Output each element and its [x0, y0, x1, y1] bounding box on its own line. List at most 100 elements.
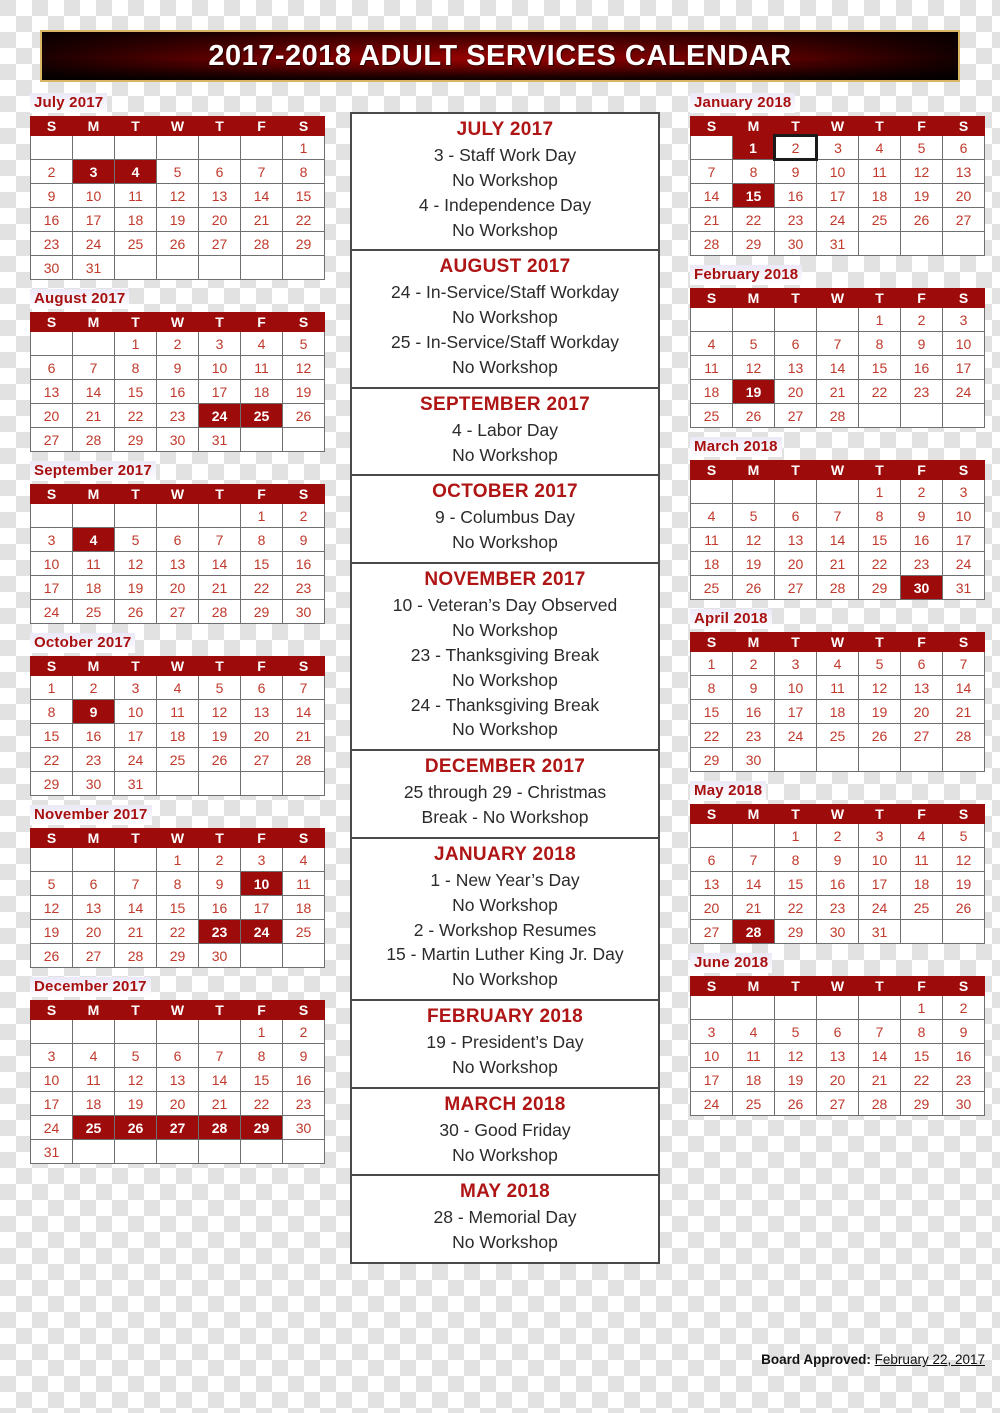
day-cell[interactable]: 8 — [282, 159, 325, 184]
day-cell[interactable]: 15 — [774, 871, 817, 896]
day-cell[interactable]: 4 — [156, 675, 199, 700]
day-cell[interactable]: 13 — [816, 1043, 859, 1068]
day-cell[interactable]: 13 — [690, 871, 733, 896]
day-cell[interactable]: 5 — [774, 1019, 817, 1044]
day-cell[interactable]: 3 — [816, 135, 859, 160]
day-cell[interactable]: 24 — [30, 1115, 73, 1140]
day-cell[interactable]: 8 — [240, 1043, 283, 1068]
day-cell[interactable]: 18 — [732, 1067, 775, 1092]
day-cell[interactable]: 15 — [114, 379, 157, 404]
day-cell[interactable]: 25 — [114, 231, 157, 256]
day-cell[interactable]: 26 — [30, 943, 73, 968]
day-cell[interactable]: 4 — [732, 1019, 775, 1044]
day-cell[interactable]: 12 — [858, 675, 901, 700]
day-cell[interactable]: 23 — [30, 231, 73, 256]
day-cell[interactable]: 14 — [282, 699, 325, 724]
day-cell[interactable]: 13 — [72, 895, 115, 920]
day-cell[interactable]: 14 — [858, 1043, 901, 1068]
day-cell[interactable]: 4 — [900, 823, 943, 848]
day-cell-highlighted[interactable]: 26 — [114, 1115, 157, 1140]
day-cell[interactable]: 15 — [690, 699, 733, 724]
day-cell[interactable]: 6 — [900, 651, 943, 676]
day-cell[interactable]: 12 — [156, 183, 199, 208]
day-cell[interactable]: 11 — [240, 355, 283, 380]
day-cell[interactable]: 19 — [30, 919, 73, 944]
day-cell[interactable]: 22 — [282, 207, 325, 232]
day-cell[interactable]: 29 — [858, 575, 901, 600]
day-cell[interactable]: 22 — [774, 895, 817, 920]
day-cell[interactable]: 13 — [156, 551, 199, 576]
day-cell[interactable]: 4 — [816, 651, 859, 676]
day-cell[interactable]: 16 — [198, 895, 241, 920]
day-cell[interactable]: 16 — [900, 527, 943, 552]
day-cell[interactable]: 19 — [114, 1091, 157, 1116]
day-cell[interactable]: 24 — [114, 747, 157, 772]
day-cell[interactable]: 17 — [30, 1091, 73, 1116]
day-cell-highlighted[interactable]: 24 — [240, 919, 283, 944]
day-cell[interactable]: 17 — [72, 207, 115, 232]
day-cell[interactable]: 4 — [858, 135, 901, 160]
day-cell[interactable]: 5 — [942, 823, 985, 848]
day-cell[interactable]: 11 — [732, 1043, 775, 1068]
day-cell[interactable]: 19 — [282, 379, 325, 404]
day-cell[interactable]: 12 — [732, 355, 775, 380]
day-cell[interactable]: 23 — [156, 403, 199, 428]
day-cell-highlighted[interactable]: 19 — [732, 379, 775, 404]
day-cell[interactable]: 6 — [774, 331, 817, 356]
day-cell[interactable]: 15 — [240, 551, 283, 576]
day-cell[interactable]: 5 — [858, 651, 901, 676]
day-cell[interactable]: 6 — [156, 1043, 199, 1068]
day-cell[interactable]: 9 — [198, 871, 241, 896]
day-cell[interactable]: 21 — [858, 1067, 901, 1092]
day-cell[interactable]: 29 — [732, 231, 775, 256]
day-cell[interactable]: 24 — [774, 723, 817, 748]
day-cell[interactable]: 30 — [732, 747, 775, 772]
day-cell[interactable]: 22 — [240, 1091, 283, 1116]
day-cell[interactable]: 18 — [858, 183, 901, 208]
day-cell[interactable]: 20 — [774, 551, 817, 576]
day-cell[interactable]: 2 — [900, 479, 943, 504]
day-cell[interactable]: 20 — [30, 403, 73, 428]
day-cell[interactable]: 3 — [240, 847, 283, 872]
day-cell[interactable]: 21 — [72, 403, 115, 428]
day-cell[interactable]: 25 — [72, 599, 115, 624]
day-cell[interactable]: 11 — [282, 871, 325, 896]
day-cell[interactable]: 14 — [72, 379, 115, 404]
day-cell[interactable]: 21 — [282, 723, 325, 748]
day-cell[interactable]: 1 — [114, 331, 157, 356]
day-cell[interactable]: 12 — [942, 847, 985, 872]
day-cell[interactable]: 3 — [690, 1019, 733, 1044]
day-cell[interactable]: 18 — [72, 575, 115, 600]
day-cell[interactable]: 14 — [240, 183, 283, 208]
day-cell[interactable]: 21 — [198, 1091, 241, 1116]
day-cell[interactable]: 23 — [72, 747, 115, 772]
day-cell[interactable]: 26 — [900, 207, 943, 232]
day-cell[interactable]: 12 — [198, 699, 241, 724]
day-cell[interactable]: 20 — [942, 183, 985, 208]
day-cell[interactable]: 19 — [900, 183, 943, 208]
day-cell[interactable]: 13 — [156, 1067, 199, 1092]
day-cell[interactable]: 21 — [240, 207, 283, 232]
day-cell[interactable]: 17 — [774, 699, 817, 724]
day-cell[interactable]: 13 — [198, 183, 241, 208]
day-cell[interactable]: 1 — [282, 135, 325, 160]
day-cell[interactable]: 5 — [30, 871, 73, 896]
day-cell[interactable]: 11 — [72, 551, 115, 576]
day-cell[interactable]: 2 — [942, 995, 985, 1020]
day-cell[interactable]: 3 — [774, 651, 817, 676]
day-cell[interactable]: 29 — [114, 427, 157, 452]
day-cell[interactable]: 19 — [942, 871, 985, 896]
day-cell[interactable]: 27 — [240, 747, 283, 772]
day-cell[interactable]: 30 — [774, 231, 817, 256]
day-cell[interactable]: 13 — [30, 379, 73, 404]
day-cell[interactable]: 8 — [858, 331, 901, 356]
day-cell[interactable]: 28 — [72, 427, 115, 452]
day-cell[interactable]: 27 — [156, 599, 199, 624]
day-cell[interactable]: 14 — [816, 527, 859, 552]
day-cell[interactable]: 14 — [816, 355, 859, 380]
day-cell[interactable]: 12 — [282, 355, 325, 380]
day-cell[interactable]: 11 — [156, 699, 199, 724]
day-cell[interactable]: 2 — [72, 675, 115, 700]
day-cell-highlighted[interactable]: 4 — [114, 159, 157, 184]
day-cell[interactable]: 23 — [900, 379, 943, 404]
